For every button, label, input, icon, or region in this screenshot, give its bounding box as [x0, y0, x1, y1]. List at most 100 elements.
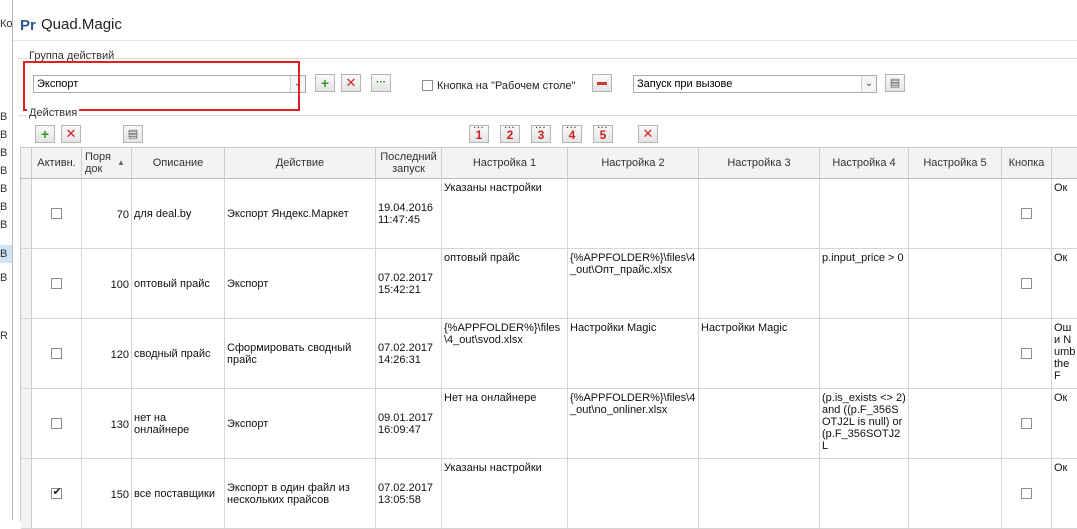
cell-order[interactable]: 150: [82, 459, 132, 528]
button-checkbox[interactable]: [1020, 207, 1032, 219]
run-setting-4-button[interactable]: ··· 4: [562, 124, 582, 143]
active-checkbox[interactable]: [50, 207, 62, 219]
column-header-action[interactable]: Действие: [225, 148, 376, 179]
cell-s3[interactable]: [699, 179, 820, 248]
cell-extra[interactable]: Оши Numb the F: [1052, 319, 1077, 388]
cell-action[interactable]: Экспорт в один файл из нескольких прайсо…: [225, 459, 376, 528]
cell-order[interactable]: 100: [82, 249, 132, 318]
cell-order[interactable]: 130: [82, 389, 132, 458]
column-header-setting-4[interactable]: Настройка 4: [820, 148, 909, 179]
button-checkbox[interactable]: [1020, 347, 1032, 359]
active-checkbox[interactable]: [50, 347, 62, 359]
cell-s5[interactable]: [909, 389, 1002, 458]
active-checkbox[interactable]: [50, 277, 62, 289]
column-header-setting-1[interactable]: Настройка 1: [442, 148, 568, 179]
run-setting-1-button[interactable]: ··· 1: [469, 124, 489, 143]
row-selector[interactable]: [21, 249, 32, 318]
rename-group-button[interactable]: ···: [371, 74, 391, 92]
cell-button[interactable]: [1002, 459, 1052, 528]
cell-description[interactable]: оптовый прайс: [132, 249, 225, 318]
column-header-setting-3[interactable]: Настройка 3: [699, 148, 820, 179]
cell-s1[interactable]: Указаны настройки: [442, 459, 568, 528]
run-setting-2-button[interactable]: ··· 2: [500, 124, 520, 143]
cell-s2[interactable]: Настройки Magic: [568, 319, 699, 388]
title-bar[interactable]: Pr Quad.Magic: [13, 0, 1077, 41]
cell-button[interactable]: [1002, 389, 1052, 458]
cell-s3[interactable]: Настройки Magic: [699, 319, 820, 388]
clear-settings-button[interactable]: ✕: [638, 125, 658, 143]
cell-description[interactable]: сводный прайс: [132, 319, 225, 388]
table-row[interactable]: 70 для deal.by Экспорт Яндекс.Маркет 19.04.…: [21, 179, 1077, 249]
cell-extra[interactable]: Ок: [1052, 179, 1077, 248]
button-checkbox[interactable]: [1020, 487, 1032, 499]
cell-action[interactable]: Экспорт: [225, 249, 376, 318]
cell-extra[interactable]: Ок: [1052, 389, 1077, 458]
cell-description[interactable]: для deal.by: [132, 179, 225, 248]
cell-action[interactable]: Экспорт Яндекс.Маркет: [225, 179, 376, 248]
cell-s3[interactable]: [699, 459, 820, 528]
cell-s5[interactable]: [909, 459, 1002, 528]
table-row[interactable]: 130 нет на онлайнере Экспорт 09.01.2017 16:…: [21, 389, 1077, 459]
cell-s4[interactable]: p.input_price > 0: [820, 249, 909, 318]
cell-active[interactable]: ✔: [32, 459, 82, 528]
cell-s4[interactable]: [820, 179, 909, 248]
button-checkbox[interactable]: [1020, 417, 1032, 429]
cell-last_run[interactable]: 19.04.2016 11:47:45: [376, 179, 442, 248]
button-checkbox[interactable]: [1020, 277, 1032, 289]
cell-s1[interactable]: Нет на онлайнере: [442, 389, 568, 458]
cell-s4[interactable]: [820, 319, 909, 388]
run-setting-3-button[interactable]: ··· 3: [531, 124, 551, 143]
active-checkbox[interactable]: ✔: [50, 486, 62, 499]
column-header-button[interactable]: Кнопка: [1002, 148, 1052, 179]
cell-last_run[interactable]: 07.02.2017 15:42:21: [376, 249, 442, 318]
column-header-extra[interactable]: [1052, 148, 1077, 179]
column-header-last-run[interactable]: Последний запуск: [376, 148, 442, 179]
cell-s5[interactable]: [909, 319, 1002, 388]
cell-s2[interactable]: [568, 179, 699, 248]
cell-last_run[interactable]: 07.02.2017 13:05:58: [376, 459, 442, 528]
add-group-button[interactable]: +: [315, 74, 335, 92]
cell-s5[interactable]: [909, 179, 1002, 248]
chevron-down-icon[interactable]: ⌄: [861, 76, 876, 92]
cell-s1[interactable]: {%APPFOLDER%}\files\4_out\svod.xlsx: [442, 319, 568, 388]
table-row[interactable]: 100 оптовый прайс Экспорт 07.02.2017 15:42:…: [21, 249, 1077, 319]
column-header-description[interactable]: Описание: [132, 148, 225, 179]
row-selector[interactable]: [21, 459, 32, 528]
row-selector[interactable]: [21, 179, 32, 248]
active-checkbox[interactable]: [50, 417, 62, 429]
cell-last_run[interactable]: 07.02.2017 14:26:31: [376, 319, 442, 388]
cell-s2[interactable]: [568, 459, 699, 528]
run-setting-5-button[interactable]: ··· 5: [593, 124, 613, 143]
cell-button[interactable]: [1002, 179, 1052, 248]
print-group-button[interactable]: ▤: [885, 74, 905, 92]
cell-button[interactable]: [1002, 249, 1052, 318]
cell-active[interactable]: [32, 249, 82, 318]
cell-s1[interactable]: Указаны настройки: [442, 179, 568, 248]
desktop-button-checkbox[interactable]: [422, 80, 433, 91]
cell-order[interactable]: 70: [82, 179, 132, 248]
cell-extra[interactable]: Ок: [1052, 459, 1077, 528]
cell-last_run[interactable]: 09.01.2017 16:09:47: [376, 389, 442, 458]
cell-order[interactable]: 120: [82, 319, 132, 388]
launch-mode-combo[interactable]: Запуск при вызове ⌄: [633, 75, 877, 93]
folder-button[interactable]: ▬: [592, 74, 612, 92]
row-selector[interactable]: [21, 319, 32, 388]
cell-s2[interactable]: {%APPFOLDER%}\files\4_out\Опт_прайс.xlsx: [568, 249, 699, 318]
cell-s4[interactable]: [820, 459, 909, 528]
column-header-order[interactable]: Поря док ▲: [82, 148, 132, 179]
add-action-button[interactable]: +: [35, 125, 55, 143]
cell-s1[interactable]: оптовый прайс: [442, 249, 568, 318]
cell-description[interactable]: все поставщики: [132, 459, 225, 528]
delete-action-button[interactable]: ✕: [61, 125, 81, 143]
print-actions-button[interactable]: ▤: [123, 125, 143, 143]
column-header-setting-2[interactable]: Настройка 2: [568, 148, 699, 179]
delete-group-button[interactable]: ✕: [341, 74, 361, 92]
cell-action[interactable]: Сформировать сводный прайс: [225, 319, 376, 388]
cell-s2[interactable]: {%APPFOLDER%}\files\4_out\no_onliner.xls…: [568, 389, 699, 458]
cell-active[interactable]: [32, 319, 82, 388]
column-header-setting-5[interactable]: Настройка 5: [909, 148, 1002, 179]
column-header-active[interactable]: Активн.: [32, 148, 82, 179]
cell-description[interactable]: нет на онлайнере: [132, 389, 225, 458]
cell-extra[interactable]: Ок: [1052, 249, 1077, 318]
cell-button[interactable]: [1002, 319, 1052, 388]
